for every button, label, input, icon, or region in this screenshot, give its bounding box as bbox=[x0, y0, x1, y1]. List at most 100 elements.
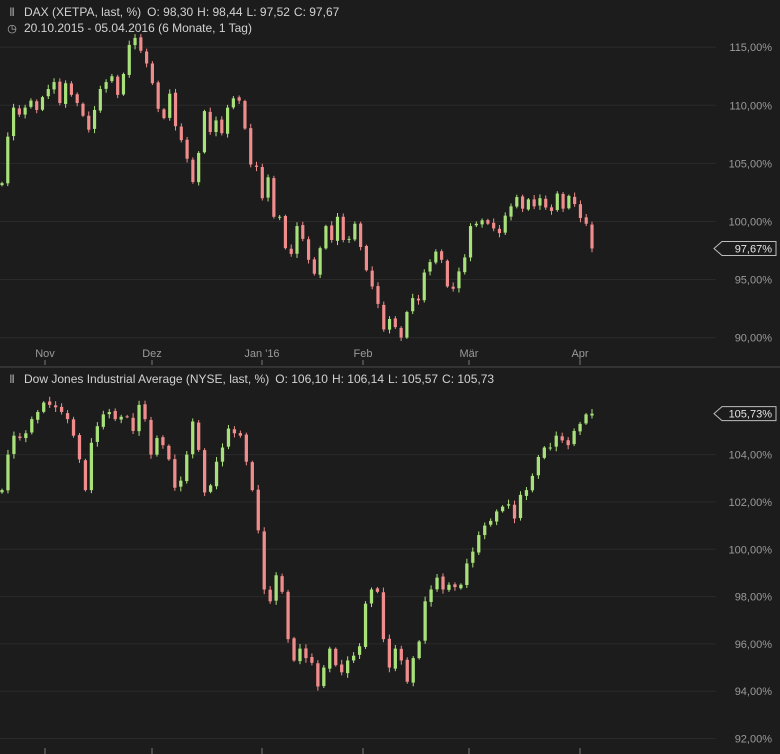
dow-candle bbox=[179, 476, 183, 492]
dax-candle bbox=[46, 84, 50, 99]
dow-candle bbox=[447, 582, 451, 592]
dow-candle bbox=[250, 460, 254, 492]
dax-candle bbox=[538, 194, 542, 210]
dow-candle bbox=[89, 438, 94, 494]
dow-candle bbox=[518, 491, 523, 521]
dow-candle bbox=[381, 587, 386, 643]
dow-y-tick-label: 96,00% bbox=[735, 639, 773, 651]
dax-y-tick-label: 105,00% bbox=[729, 158, 773, 170]
dax-candle bbox=[515, 194, 519, 209]
dax-low: L: 97,52 bbox=[246, 5, 290, 19]
dow-candle bbox=[405, 657, 409, 684]
dax-candle bbox=[40, 95, 45, 112]
dax-candle bbox=[289, 244, 293, 257]
dow-candle bbox=[101, 410, 105, 430]
dax-candle bbox=[578, 200, 583, 223]
top-gridlines bbox=[0, 46, 716, 339]
dax-candle bbox=[69, 81, 74, 97]
dax-candle bbox=[162, 108, 166, 120]
dow-candle bbox=[238, 430, 243, 438]
dow-candles bbox=[0, 396, 594, 691]
dow-candle bbox=[71, 416, 76, 438]
dax-candle bbox=[17, 105, 21, 117]
dow-y-tick-label: 100,00% bbox=[729, 544, 773, 556]
dax-candle bbox=[156, 80, 160, 113]
dax-open: O: 98,30 bbox=[147, 5, 194, 19]
dax-candle bbox=[474, 221, 478, 228]
dax-last-value-label: 97,67% bbox=[735, 243, 773, 255]
candlestick-icon[interactable]: ⫴ bbox=[6, 374, 18, 387]
dow-candle bbox=[554, 431, 558, 452]
dax-candle bbox=[526, 198, 530, 211]
dow-candle bbox=[578, 421, 582, 436]
dax-candle bbox=[168, 89, 172, 121]
dow-candle bbox=[208, 483, 213, 494]
dax-y-tick-label: 110,00% bbox=[729, 100, 772, 112]
dow-candle bbox=[369, 587, 374, 608]
dax-candle bbox=[457, 267, 461, 293]
dax-candle bbox=[434, 249, 438, 265]
dow-close: C: 105,73 bbox=[442, 372, 495, 386]
dow-candle bbox=[149, 416, 153, 459]
dax-candle bbox=[191, 157, 195, 184]
dax-candle bbox=[249, 123, 253, 168]
dax-candle bbox=[202, 109, 207, 154]
dax-candle bbox=[75, 92, 79, 107]
dax-candle bbox=[231, 96, 235, 110]
dow-y-tick-label: 102,00% bbox=[729, 497, 773, 509]
dax-candle bbox=[509, 203, 513, 221]
candlestick-icon[interactable]: ⫴ bbox=[6, 7, 18, 20]
dow-candle bbox=[530, 473, 535, 493]
dow-y-tick-label: 94,00% bbox=[735, 686, 773, 698]
dax-candle bbox=[214, 116, 218, 137]
dax-candles bbox=[0, 34, 594, 341]
dow-candle bbox=[351, 652, 356, 663]
dow-candle bbox=[220, 443, 225, 467]
dow-candle bbox=[83, 458, 88, 492]
dax-candle bbox=[573, 192, 577, 207]
dax-candle bbox=[445, 259, 449, 288]
dow-candle bbox=[214, 457, 219, 490]
dow-candle bbox=[411, 656, 415, 687]
dow-candle bbox=[53, 401, 58, 413]
dax-candle bbox=[318, 246, 322, 279]
dow-title: Dow Jones Industrial Average (NYSE, last… bbox=[24, 372, 270, 386]
dax-candle bbox=[416, 294, 421, 305]
dax-y-tick-label: 95,00% bbox=[735, 275, 773, 287]
dax-candle bbox=[6, 132, 10, 187]
x-tick-label: Jan '16 bbox=[244, 348, 279, 360]
dax-candle bbox=[243, 99, 247, 130]
dax-candle bbox=[278, 214, 282, 221]
dax-candle bbox=[567, 194, 571, 210]
dax-candle bbox=[272, 175, 276, 219]
dow-candle bbox=[310, 653, 314, 666]
dow-candle bbox=[185, 450, 189, 484]
dax-candle bbox=[387, 316, 392, 334]
dax-candle bbox=[486, 218, 490, 226]
dax-candle bbox=[104, 79, 108, 93]
dow-candle bbox=[512, 500, 517, 524]
dow-candle bbox=[42, 401, 46, 414]
dow-candle bbox=[262, 527, 266, 595]
dow-candle bbox=[566, 437, 570, 450]
dax-candle bbox=[81, 102, 85, 118]
x-axis: Nov Dez Jan '16 Feb Mär Apr bbox=[35, 348, 589, 754]
dow-candle bbox=[489, 518, 493, 527]
dax-candle bbox=[359, 221, 363, 251]
dow-candle bbox=[500, 505, 505, 513]
dow-candle bbox=[292, 636, 296, 662]
dow-candle bbox=[24, 430, 28, 443]
dow-candle bbox=[357, 643, 362, 660]
dax-candle bbox=[266, 174, 270, 202]
dax-candle bbox=[549, 204, 554, 215]
dow-candle bbox=[232, 426, 237, 438]
dax-candle bbox=[468, 223, 473, 262]
dow-candle bbox=[506, 499, 511, 509]
dax-candle bbox=[330, 221, 334, 243]
dax-header: ⫴ DAX (XETPA, last, %) O: 98,30 H: 98,44 L: … bbox=[6, 5, 343, 20]
dow-candle bbox=[197, 420, 201, 452]
dow-candle bbox=[6, 449, 10, 494]
dow-candle bbox=[399, 645, 403, 665]
dow-candle bbox=[429, 585, 433, 607]
dax-candle bbox=[422, 269, 426, 303]
